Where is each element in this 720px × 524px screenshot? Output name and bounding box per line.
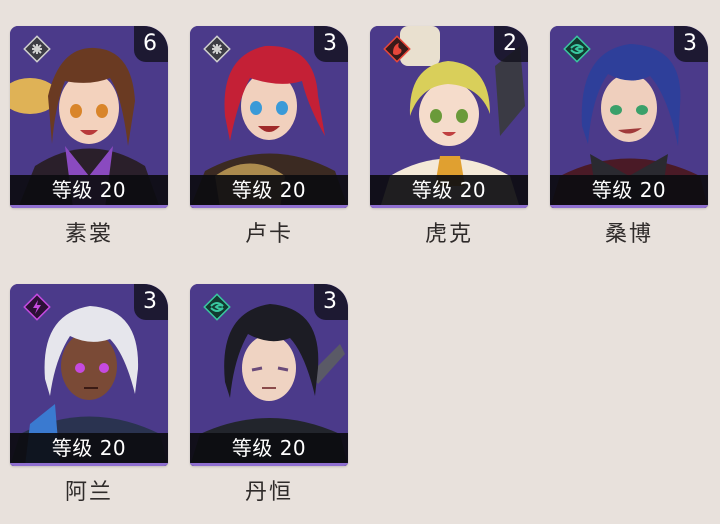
level-label: 等级 20 [370,175,528,205]
level-label: 等级 20 [190,433,348,463]
character-tile[interactable]: 3 等级 20 [190,284,348,466]
character-name: 素裳 [64,222,113,247]
character-tile[interactable]: 3 等级 20 [190,26,348,208]
wind-element-icon [563,35,591,63]
character-name: 虎克 [424,222,473,247]
level-label: 等级 20 [550,175,708,205]
character-card-6[interactable]: 3 等级 20 丹恒 [190,284,350,524]
wind-element-icon [203,293,231,321]
character-grid: 6 等级 20 素裳 3 等级 20 卢卡 2 等级 20 虎克 3 等级 20… [10,26,720,515]
character-tile[interactable]: 3 等级 20 [550,26,708,208]
character-card-5[interactable]: 3 等级 20 阿兰 [10,284,170,524]
lightning-element-icon [23,293,51,321]
physical-element-icon [203,35,231,63]
physical-element-icon [23,35,51,63]
character-tile[interactable]: 3 等级 20 [10,284,168,466]
character-name: 丹恒 [244,480,293,505]
character-card-1[interactable]: 6 等级 20 素裳 [10,26,170,266]
level-label: 等级 20 [190,175,348,205]
character-name: 卢卡 [244,222,293,247]
fire-element-icon [383,35,411,63]
level-label: 等级 20 [10,433,168,463]
character-name: 阿兰 [64,480,113,505]
character-tile[interactable]: 2 等级 20 [370,26,528,208]
level-label: 等级 20 [10,175,168,205]
character-tile[interactable]: 6 等级 20 [10,26,168,208]
character-name: 桑博 [604,222,653,247]
character-card-3[interactable]: 2 等级 20 虎克 [370,26,530,266]
character-card-2[interactable]: 3 等级 20 卢卡 [190,26,350,266]
character-card-4[interactable]: 3 等级 20 桑博 [550,26,710,266]
